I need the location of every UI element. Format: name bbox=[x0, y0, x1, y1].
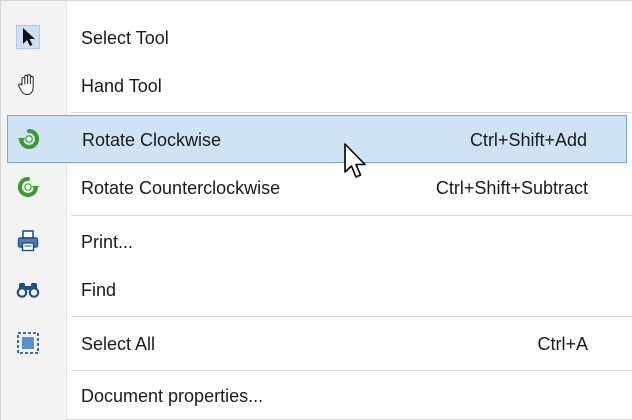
menu-item-select-tool[interactable]: Select Tool bbox=[1, 13, 632, 61]
menu-item-find[interactable]: Find bbox=[1, 265, 632, 313]
arrow-pointer-icon bbox=[15, 24, 41, 50]
menu-item-hand-tool[interactable]: Hand Tool bbox=[1, 61, 632, 109]
menu-item-label: Rotate Clockwise bbox=[82, 130, 222, 150]
menu-item-label: Select Tool bbox=[81, 28, 169, 48]
menu-item-label: Rotate Counterclockwise bbox=[81, 178, 281, 198]
menu-item-label: Document properties... bbox=[81, 386, 264, 406]
menu-item-label: Hand Tool bbox=[81, 76, 162, 96]
printer-icon bbox=[16, 229, 40, 253]
menu-item-shortcut: Ctrl+Shift+Add bbox=[469, 130, 587, 150]
menu-separator bbox=[71, 112, 632, 113]
menu-item-print[interactable]: Print... bbox=[1, 217, 632, 265]
rotate-clockwise-icon bbox=[17, 127, 41, 151]
menu-separator bbox=[71, 316, 632, 317]
menu-item-label: Print... bbox=[81, 232, 134, 252]
binoculars-icon bbox=[16, 277, 40, 301]
hand-icon bbox=[16, 73, 40, 97]
menu-item-shortcut: Ctrl+A bbox=[537, 334, 588, 354]
rotate-counterclockwise-icon bbox=[16, 175, 40, 199]
menu-item-select-all[interactable]: Select All Ctrl+A bbox=[1, 319, 632, 367]
menu-item-label: Select All bbox=[81, 334, 156, 354]
menu-item-rotate-clockwise[interactable]: Rotate Clockwise Ctrl+Shift+Add bbox=[7, 115, 627, 163]
menu-separator bbox=[71, 215, 632, 216]
menu-item-document-properties[interactable]: Document properties... bbox=[1, 371, 632, 419]
mouse-cursor-icon bbox=[343, 142, 369, 182]
menu-item-shortcut: Ctrl+Shift+Subtract bbox=[435, 178, 588, 198]
select-all-icon bbox=[16, 331, 40, 355]
menu-item-label: Find bbox=[81, 280, 117, 300]
context-menu: Select Tool Hand Tool Rotate Clockwise C… bbox=[0, 0, 632, 420]
menu-item-rotate-counterclockwise[interactable]: Rotate Counterclockwise Ctrl+Shift+Subtr… bbox=[1, 163, 632, 211]
